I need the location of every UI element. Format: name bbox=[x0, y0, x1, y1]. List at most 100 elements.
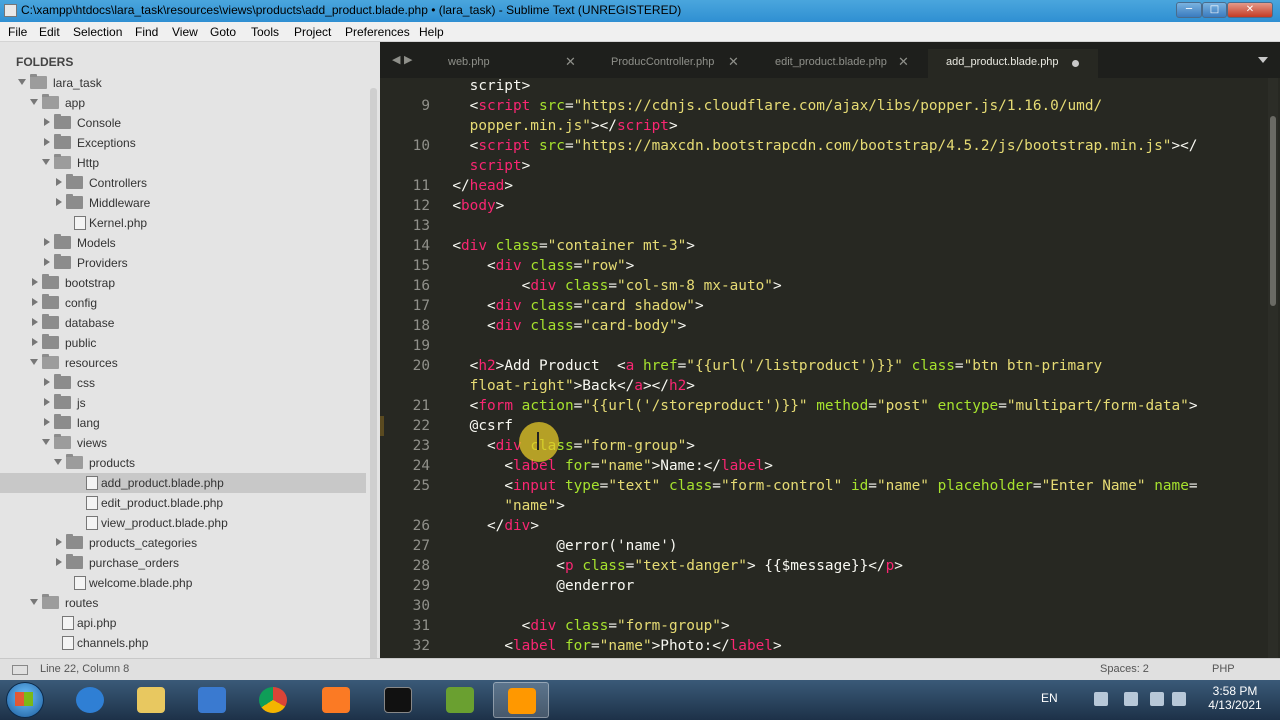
expand-arrow-down-icon[interactable] bbox=[30, 599, 38, 605]
tree-item-resources[interactable]: resources bbox=[0, 353, 366, 373]
code-line[interactable]: <form action="{{url('/storeproduct')}}" … bbox=[435, 398, 1198, 414]
menu-selection[interactable]: Selection bbox=[73, 25, 122, 39]
code-line[interactable]: <div class="container mt-3"> bbox=[435, 238, 695, 254]
expand-arrow-right-icon[interactable] bbox=[56, 538, 62, 546]
minimize-button[interactable]: ─ bbox=[1176, 2, 1202, 18]
code-line[interactable]: @enderror bbox=[435, 578, 634, 594]
tree-item-js[interactable]: js bbox=[0, 393, 366, 413]
expand-arrow-right-icon[interactable] bbox=[32, 338, 38, 346]
tree-item-products[interactable]: products bbox=[0, 453, 366, 473]
code-line[interactable]: <div class="row"> bbox=[435, 258, 634, 274]
tab-add-product-blade[interactable]: add_product.blade.php bbox=[928, 49, 1098, 78]
menu-project[interactable]: Project bbox=[294, 25, 331, 39]
expand-arrow-right-icon[interactable] bbox=[32, 298, 38, 306]
tree-item-exceptions[interactable]: Exceptions bbox=[0, 133, 366, 153]
tree-item-routes[interactable]: routes bbox=[0, 593, 366, 613]
taskbar-media-player[interactable] bbox=[184, 682, 240, 718]
code-line[interactable]: <script src="https://cdnjs.cloudflare.co… bbox=[435, 98, 1103, 114]
unsaved-dot-icon[interactable] bbox=[1072, 60, 1079, 67]
tree-item-http[interactable]: Http bbox=[0, 153, 366, 173]
code-line[interactable]: "name"> bbox=[435, 498, 565, 514]
code-line[interactable]: <input type="text" class="form-control" … bbox=[435, 478, 1197, 494]
maximize-button[interactable]: □ bbox=[1202, 2, 1227, 18]
code-line[interactable]: <div class="card shadow"> bbox=[435, 298, 704, 314]
panel-toggle-icon[interactable] bbox=[12, 665, 28, 675]
menu-edit[interactable]: Edit bbox=[39, 25, 60, 39]
expand-arrow-down-icon[interactable] bbox=[42, 159, 50, 165]
indentation-setting[interactable]: Spaces: 2 bbox=[1100, 663, 1149, 675]
network-tray-icon[interactable] bbox=[1094, 692, 1108, 706]
expand-arrow-right-icon[interactable] bbox=[56, 558, 62, 566]
action-center-icon[interactable] bbox=[1150, 692, 1164, 706]
code-line[interactable]: @csrf bbox=[435, 418, 513, 434]
expand-arrow-right-icon[interactable] bbox=[44, 418, 50, 426]
expand-arrow-right-icon[interactable] bbox=[44, 258, 50, 266]
taskbar-xampp[interactable] bbox=[308, 682, 364, 718]
code-line[interactable]: popper.min.js"></script> bbox=[435, 118, 678, 134]
tree-item-lang[interactable]: lang bbox=[0, 413, 366, 433]
expand-arrow-right-icon[interactable] bbox=[56, 178, 62, 186]
menu-view[interactable]: View bbox=[172, 25, 198, 39]
menu-file[interactable]: File bbox=[8, 25, 27, 39]
tab-list-dropdown-icon[interactable] bbox=[1258, 57, 1268, 63]
code-line[interactable]: <label for="name">Photo:</label> bbox=[435, 638, 781, 654]
tree-item-purchase-orders[interactable]: purchase_orders bbox=[0, 553, 366, 573]
code-line[interactable]: <script src="https://maxcdn.bootstrapcdn… bbox=[435, 138, 1198, 154]
tree-item-app[interactable]: app bbox=[0, 93, 366, 113]
editor-scrollbar[interactable] bbox=[1270, 116, 1276, 306]
tree-item-views[interactable]: views bbox=[0, 433, 366, 453]
tree-item-view-product-blade-php[interactable]: view_product.blade.php bbox=[0, 513, 366, 533]
expand-arrow-right-icon[interactable] bbox=[44, 398, 50, 406]
taskbar-sublime[interactable] bbox=[493, 682, 549, 718]
tree-item-welcome-blade-php[interactable]: welcome.blade.php bbox=[0, 573, 366, 593]
expand-arrow-down-icon[interactable] bbox=[54, 459, 62, 465]
code-line[interactable]: <div class="card-body"> bbox=[435, 318, 686, 334]
code-line[interactable]: <p class="text-danger"> {{$message}}</p> bbox=[435, 558, 903, 574]
tree-item-edit-product-blade-php[interactable]: edit_product.blade.php bbox=[0, 493, 366, 513]
tree-item-lara-task[interactable]: lara_task bbox=[0, 73, 366, 93]
code-line[interactable]: script> bbox=[435, 158, 531, 174]
code-line[interactable]: </head> bbox=[435, 178, 513, 194]
expand-arrow-right-icon[interactable] bbox=[56, 198, 62, 206]
tree-item-products-categories[interactable]: products_categories bbox=[0, 533, 366, 553]
menu-goto[interactable]: Goto bbox=[210, 25, 236, 39]
expand-arrow-right-icon[interactable] bbox=[32, 278, 38, 286]
expand-arrow-down-icon[interactable] bbox=[30, 99, 38, 105]
expand-arrow-down-icon[interactable] bbox=[18, 79, 26, 85]
menu-preferences[interactable]: Preferences bbox=[345, 25, 410, 39]
tab-close-icon[interactable]: ✕ bbox=[898, 54, 909, 70]
taskbar-explorer[interactable] bbox=[123, 682, 179, 718]
tab-close-icon[interactable]: ✕ bbox=[728, 54, 739, 70]
expand-arrow-down-icon[interactable] bbox=[30, 359, 38, 365]
expand-arrow-down-icon[interactable] bbox=[42, 439, 50, 445]
tree-item-public[interactable]: public bbox=[0, 333, 366, 353]
tree-item-config[interactable]: config bbox=[0, 293, 366, 313]
tree-item-css[interactable]: css bbox=[0, 373, 366, 393]
code-line[interactable]: <div class="form-group"> bbox=[435, 618, 730, 634]
taskbar-chrome[interactable] bbox=[245, 682, 301, 718]
taskbar-cmd[interactable] bbox=[370, 682, 426, 718]
expand-arrow-right-icon[interactable] bbox=[44, 118, 50, 126]
volume-icon[interactable] bbox=[1172, 692, 1186, 706]
expand-arrow-right-icon[interactable] bbox=[44, 138, 50, 146]
code-line[interactable]: <body> bbox=[435, 198, 504, 214]
code-line[interactable]: <label for="name">Name:</label> bbox=[435, 458, 773, 474]
tab-web-php[interactable]: web.php ✕ bbox=[432, 49, 580, 78]
expand-arrow-right-icon[interactable] bbox=[44, 238, 50, 246]
code-line[interactable]: <div class="col-sm-8 mx-auto"> bbox=[435, 278, 782, 294]
tree-item-api-php[interactable]: api.php bbox=[0, 613, 366, 633]
tree-item-providers[interactable]: Providers bbox=[0, 253, 366, 273]
tree-item-console[interactable]: Console bbox=[0, 113, 366, 133]
security-tray-icon[interactable] bbox=[1124, 692, 1138, 706]
expand-arrow-right-icon[interactable] bbox=[44, 378, 50, 386]
code-line[interactable]: float-right">Back</a></h2> bbox=[435, 378, 695, 394]
code-line[interactable]: @error('name') bbox=[435, 538, 677, 554]
code-line[interactable]: script> bbox=[435, 78, 531, 94]
taskbar-ie[interactable] bbox=[62, 682, 118, 718]
close-window-button[interactable]: ✕ bbox=[1227, 2, 1273, 18]
syntax-setting[interactable]: PHP bbox=[1212, 663, 1235, 675]
tree-item-middleware[interactable]: Middleware bbox=[0, 193, 366, 213]
tree-item-channels-php[interactable]: channels.php bbox=[0, 633, 366, 653]
menu-find[interactable]: Find bbox=[135, 25, 158, 39]
tab-close-icon[interactable]: ✕ bbox=[565, 54, 576, 70]
